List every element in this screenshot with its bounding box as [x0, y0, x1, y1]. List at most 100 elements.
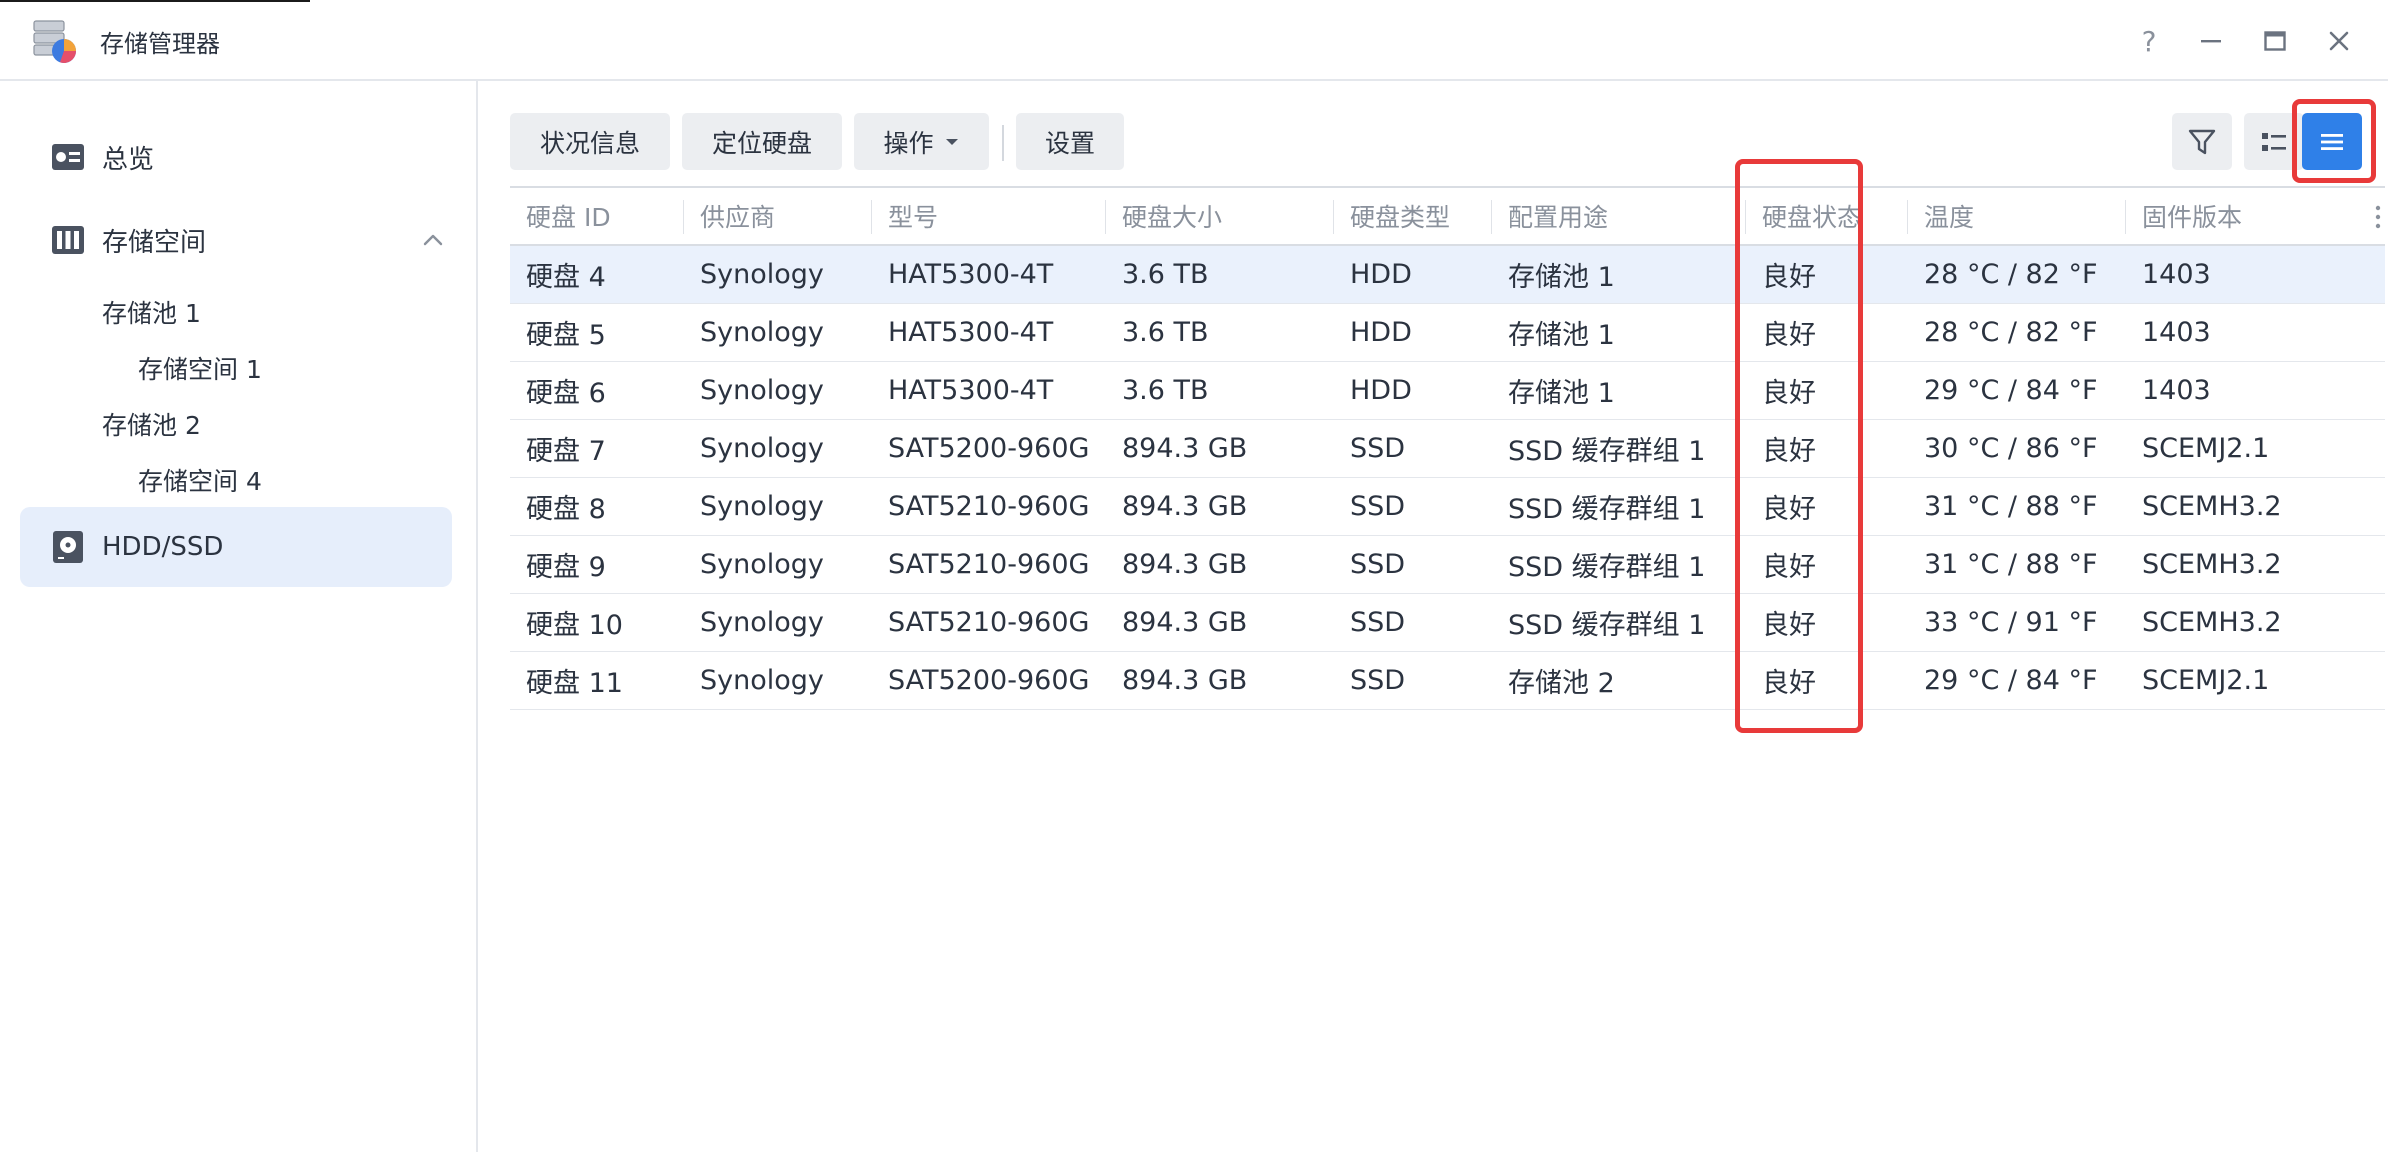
cell-status: 良好 [1746, 535, 1908, 594]
cell-disk-id: 硬盘 4 [510, 245, 684, 304]
tree-item-volume-4[interactable]: 存储空间 4 [138, 462, 262, 498]
cell-vendor: Synology [684, 477, 872, 536]
maximize-button[interactable] [2252, 18, 2298, 64]
cell-status: 良好 [1746, 419, 1908, 478]
disk-table: 硬盘 ID 供应商 型号 硬盘大小 硬盘类型 配置用途 硬盘状态 温度 固件版本… [510, 186, 2385, 710]
cell-type: SSD [1334, 651, 1492, 710]
status-info-button[interactable]: 状况信息 [510, 113, 670, 170]
cell-model: SAT5200-960G [872, 651, 1106, 710]
table-row[interactable]: 硬盘 8 Synology SAT5210-960G 894.3 GB SSD … [510, 477, 2385, 536]
cell-type: SSD [1334, 419, 1492, 478]
table-row[interactable]: 硬盘 6 Synology HAT5300-4T 3.6 TB HDD 存储池 … [510, 361, 2385, 420]
cell-firmware: SCEMH3.2 [2126, 477, 2385, 536]
cell-allocation: 存储池 2 [1492, 651, 1746, 710]
column-header-size[interactable]: 硬盘大小 [1106, 186, 1334, 246]
chevron-up-icon[interactable] [418, 225, 448, 255]
cell-vendor: Synology [684, 245, 872, 304]
overview-icon [52, 144, 84, 170]
cell-firmware: SCEMH3.2 [2126, 535, 2385, 594]
cell-vendor: Synology [684, 361, 872, 420]
cell-model: SAT5210-960G [872, 477, 1106, 536]
table-row[interactable]: 硬盘 9 Synology SAT5210-960G 894.3 GB SSD … [510, 535, 2385, 594]
cell-allocation: SSD 缓存群组 1 [1492, 477, 1746, 536]
close-button[interactable] [2316, 18, 2362, 64]
cell-disk-id: 硬盘 10 [510, 593, 684, 652]
filter-icon [2188, 129, 2216, 154]
tree-item-volume-1[interactable]: 存储空间 1 [138, 350, 262, 386]
cell-disk-id: 硬盘 11 [510, 651, 684, 710]
storage-icon [52, 226, 84, 254]
cell-firmware: SCEMJ2.1 [2126, 419, 2385, 478]
sidebar-item-hdd-ssd[interactable]: HDD/SSD [20, 507, 452, 587]
cell-model: SAT5210-960G [872, 593, 1106, 652]
sidebar-item-overview[interactable]: 总览 [20, 117, 452, 197]
cell-vendor: Synology [684, 419, 872, 478]
cell-allocation: SSD 缓存群组 1 [1492, 535, 1746, 594]
column-header-status[interactable]: 硬盘状态 [1746, 186, 1908, 246]
cell-vendor: Synology [684, 651, 872, 710]
cell-model: SAT5210-960G [872, 535, 1106, 594]
cell-size: 3.6 TB [1106, 303, 1334, 362]
sidebar-item-label: 存储空间 [102, 227, 207, 258]
cell-size: 894.3 GB [1106, 419, 1334, 478]
table-view-button[interactable] [2302, 113, 2362, 170]
cell-type: HDD [1334, 303, 1492, 362]
cell-temperature: 29 °C / 84 °F [1908, 361, 2126, 420]
column-header-allocation[interactable]: 配置用途 [1492, 186, 1746, 246]
table-header: 硬盘 ID 供应商 型号 硬盘大小 硬盘类型 配置用途 硬盘状态 温度 固件版本 [510, 186, 2385, 246]
filter-button[interactable] [2172, 113, 2232, 170]
column-header-vendor[interactable]: 供应商 [684, 186, 872, 246]
list-view-icon [2262, 132, 2286, 151]
cell-type: SSD [1334, 593, 1492, 652]
column-header-disk-id[interactable]: 硬盘 ID [510, 186, 684, 246]
table-row[interactable]: 硬盘 5 Synology HAT5300-4T 3.6 TB HDD 存储池 … [510, 303, 2385, 362]
list-view-button[interactable] [2244, 113, 2304, 170]
cell-size: 3.6 TB [1106, 245, 1334, 304]
cell-temperature: 31 °C / 88 °F [1908, 477, 2126, 536]
help-icon: ? [2141, 24, 2157, 58]
minimize-button[interactable] [2188, 18, 2234, 64]
cell-allocation: 存储池 1 [1492, 303, 1746, 362]
cell-vendor: Synology [684, 535, 872, 594]
column-header-model[interactable]: 型号 [872, 186, 1106, 246]
sidebar: 总览 存储空间 存储池 1 存储空间 1 存储池 2 存储空间 4 HDD/SS… [0, 81, 478, 1152]
cell-type: SSD [1334, 477, 1492, 536]
column-header-type[interactable]: 硬盘类型 [1334, 186, 1492, 246]
help-button[interactable]: ? [2126, 18, 2172, 64]
cell-status: 良好 [1746, 361, 1908, 420]
cell-type: HDD [1334, 361, 1492, 420]
minimize-icon [2201, 40, 2221, 43]
storage-manager-logo-icon [33, 20, 76, 63]
cell-vendor: Synology [684, 303, 872, 362]
cell-status: 良好 [1746, 651, 1908, 710]
tree-item-pool-1[interactable]: 存储池 1 [102, 294, 201, 330]
maximize-icon [2264, 31, 2286, 51]
cell-status: 良好 [1746, 245, 1908, 304]
table-row[interactable]: 硬盘 7 Synology SAT5200-960G 894.3 GB SSD … [510, 419, 2385, 478]
cell-allocation: SSD 缓存群组 1 [1492, 419, 1746, 478]
locate-disk-button[interactable]: 定位硬盘 [682, 113, 842, 170]
sidebar-item-label: HDD/SSD [102, 532, 224, 562]
column-menu-icon[interactable] [2373, 204, 2383, 230]
cell-status: 良好 [1746, 593, 1908, 652]
action-menu-button[interactable]: 操作 [854, 113, 989, 170]
table-row[interactable]: 硬盘 10 Synology SAT5210-960G 894.3 GB SSD… [510, 593, 2385, 652]
cell-model: HAT5300-4T [872, 245, 1106, 304]
cell-model: SAT5200-960G [872, 419, 1106, 478]
column-header-firmware[interactable]: 固件版本 [2126, 186, 2385, 246]
window-title: 存储管理器 [100, 30, 220, 58]
column-header-temperature[interactable]: 温度 [1908, 186, 2126, 246]
disk-icon [53, 531, 83, 563]
table-row[interactable]: 硬盘 11 Synology SAT5200-960G 894.3 GB SSD… [510, 651, 2385, 710]
settings-button[interactable]: 设置 [1016, 113, 1124, 170]
cell-firmware: SCEMH3.2 [2126, 593, 2385, 652]
cell-firmware: 1403 [2126, 245, 2385, 304]
title-bar: 存储管理器 ? [0, 0, 2388, 81]
cell-temperature: 31 °C / 88 °F [1908, 535, 2126, 594]
main-panel: 状况信息 定位硬盘 操作 设置 硬盘 ID 供应商 型号 硬盘大小 硬盘类型 配… [480, 81, 2388, 1152]
table-row[interactable]: 硬盘 4 Synology HAT5300-4T 3.6 TB HDD 存储池 … [510, 245, 2385, 304]
sidebar-item-storage[interactable]: 存储空间 [20, 200, 452, 280]
tree-item-pool-2[interactable]: 存储池 2 [102, 406, 201, 442]
toolbar-separator [1002, 125, 1004, 161]
cell-firmware: 1403 [2126, 303, 2385, 362]
